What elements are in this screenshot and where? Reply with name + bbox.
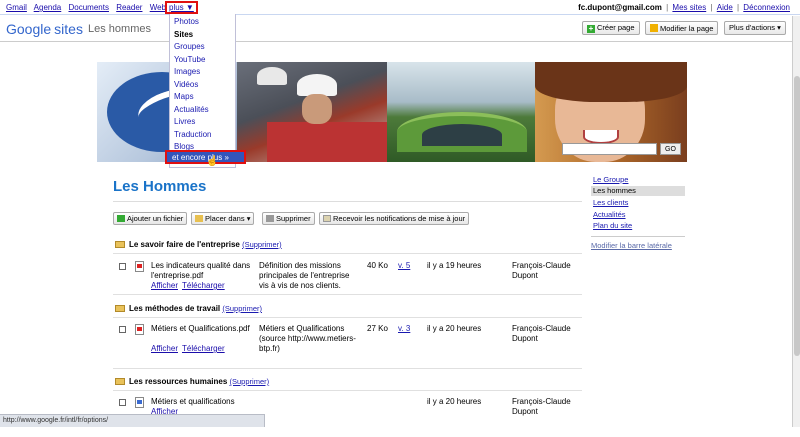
site-name: Les hommes — [88, 23, 151, 35]
banner-workers-photo — [237, 62, 387, 162]
file-author: François-Claude Dupont — [512, 397, 571, 416]
view-link[interactable]: Afficher — [151, 344, 178, 353]
browser-status-bar: http://www.google.fr/intl/fr/options/ — [0, 414, 265, 427]
menu-item-youtube[interactable]: YouTube — [174, 55, 205, 64]
section-delete-link[interactable]: (Supprimer) — [242, 240, 282, 249]
more-products-menu: Photos Sites Groupes YouTube Images Vidé… — [169, 14, 236, 168]
sidebar-item-plan-du-site[interactable]: Plan du site — [591, 221, 685, 231]
documents-link[interactable]: Documents — [69, 3, 109, 12]
menu-item-actualites[interactable]: Actualités — [174, 105, 209, 114]
site-header: Google sites Les hommes + Créer page Modif… — [0, 16, 800, 42]
file-author: François-Claude Dupont — [512, 324, 571, 343]
hand-cursor-icon: ☝ — [206, 156, 219, 167]
search-go-button[interactable]: GO — [660, 143, 681, 155]
create-page-button[interactable]: + Créer page — [582, 21, 640, 35]
logout-link[interactable]: Déconnexion — [743, 3, 790, 12]
file-version-link[interactable]: v. 3 — [398, 324, 410, 333]
gmail-link[interactable]: Gmail — [6, 3, 27, 12]
delete-button[interactable]: Supprimer — [262, 212, 315, 225]
section-delete-link[interactable]: (Supprimer) — [230, 377, 270, 386]
title-divider — [113, 201, 582, 202]
account-email: fc.dupont@gmail.com — [578, 3, 662, 12]
help-link[interactable]: Aide — [717, 3, 733, 12]
section-delete-link[interactable]: (Supprimer) — [222, 304, 262, 313]
logo-google-text: Google — [6, 21, 52, 37]
file-size: 27 Ko — [367, 324, 388, 333]
web-link[interactable]: Web — [150, 3, 166, 12]
more-products-label: plus ▼ — [169, 3, 194, 12]
menu-item-videos[interactable]: Vidéos — [174, 80, 198, 89]
menu-item-photos[interactable]: Photos — [174, 17, 199, 26]
file-name[interactable]: Métiers et qualifications — [151, 397, 261, 407]
file-author: François-Claude Dupont — [512, 261, 571, 280]
add-file-button[interactable]: Ajouter un fichier — [113, 212, 188, 225]
my-sites-link[interactable]: Mes sites — [672, 3, 706, 12]
subscribe-notifications-button[interactable]: Recevoir les notifications de mise à jou… — [319, 212, 470, 225]
section-header: Les méthodes de travail (Supprimer) — [115, 304, 262, 313]
folder-icon — [195, 215, 203, 222]
file-modified-time: il y a 19 heures — [427, 261, 482, 270]
more-products-button[interactable]: plus ▼ — [165, 1, 198, 14]
download-link[interactable]: Télécharger — [182, 281, 225, 290]
folder-icon — [115, 305, 125, 312]
file-checkbox[interactable] — [119, 399, 126, 406]
sidebar-item-les-hommes[interactable]: Les hommes — [591, 186, 685, 196]
scrollbar-thumb[interactable] — [794, 76, 800, 356]
top-nav-bar: Gmail Agenda Documents Reader Web plus ▼… — [0, 0, 800, 15]
file-modified-time: il y a 20 heures — [427, 397, 482, 406]
file-name[interactable]: Les indicateurs qualité dans l'entrepris… — [151, 261, 251, 281]
section-header: Le savoir faire de l'entreprise (Supprim… — [115, 240, 282, 249]
pdf-icon — [135, 324, 144, 335]
account-links: fc.dupont@gmail.com | Mes sites | Aide |… — [578, 3, 790, 12]
pencil-icon — [650, 24, 658, 32]
section-header: Les ressources humaines (Supprimer) — [115, 377, 269, 386]
menu-item-groupes[interactable]: Groupes — [174, 42, 205, 51]
pdf-icon — [135, 261, 144, 272]
menu-item-livres[interactable]: Livres — [174, 117, 195, 126]
site-search-input[interactable] — [562, 143, 657, 155]
file-modified-time: il y a 20 heures — [427, 324, 482, 333]
sidebar-item-actualites[interactable]: Actualités — [591, 210, 685, 220]
file-description: Définition des missions principales de l… — [259, 261, 350, 290]
file-checkbox[interactable] — [119, 263, 126, 270]
sidebar-item-le-groupe[interactable]: Le Groupe — [591, 175, 685, 185]
file-size: 40 Ko — [367, 261, 388, 270]
menu-item-traduction[interactable]: Traduction — [174, 130, 212, 139]
file-version-link[interactable]: v. 5 — [398, 261, 410, 270]
logo-sites-text: sites — [54, 21, 83, 37]
document-icon — [135, 397, 144, 408]
add-icon — [117, 215, 125, 222]
plus-icon: + — [587, 24, 595, 33]
vertical-scrollbar[interactable] — [792, 16, 800, 427]
folder-icon — [115, 378, 125, 385]
file-checkbox[interactable] — [119, 326, 126, 333]
banner-building-photo — [387, 62, 535, 162]
envelope-icon — [323, 215, 331, 222]
download-link[interactable]: Télécharger — [182, 344, 225, 353]
folder-icon — [115, 241, 125, 248]
more-actions-button[interactable]: Plus d'actions ▾ — [724, 21, 786, 35]
file-description: Métiers et Qualifications (source http:/… — [259, 324, 356, 353]
move-to-button[interactable]: Placer dans ▾ — [191, 212, 255, 225]
sidebar-item-les-clients[interactable]: Les clients — [591, 198, 685, 208]
reader-link[interactable]: Reader — [116, 3, 142, 12]
agenda-link[interactable]: Agenda — [34, 3, 62, 12]
menu-item-maps[interactable]: Maps — [174, 92, 194, 101]
menu-item-images[interactable]: Images — [174, 67, 200, 76]
edit-sidebar-link[interactable]: Modifier la barre latérale — [591, 241, 672, 250]
product-links: Gmail Agenda Documents Reader Web — [6, 3, 171, 12]
file-row: Métiers et Qualifications.pdf Afficher Té… — [113, 324, 582, 364]
page-title: Les Hommes — [113, 178, 207, 195]
file-name[interactable]: Métiers et Qualifications.pdf — [151, 324, 251, 334]
view-link[interactable]: Afficher — [151, 281, 178, 290]
menu-item-even-more-label: et encore plus » — [172, 153, 229, 162]
menu-item-sites[interactable]: Sites — [174, 30, 193, 39]
trash-icon — [266, 215, 274, 222]
edit-page-button[interactable]: Modifier la page — [645, 21, 719, 35]
google-sites-logo[interactable]: Google sites — [6, 21, 83, 37]
file-row: Les indicateurs qualité dans l'entrepris… — [113, 261, 582, 301]
